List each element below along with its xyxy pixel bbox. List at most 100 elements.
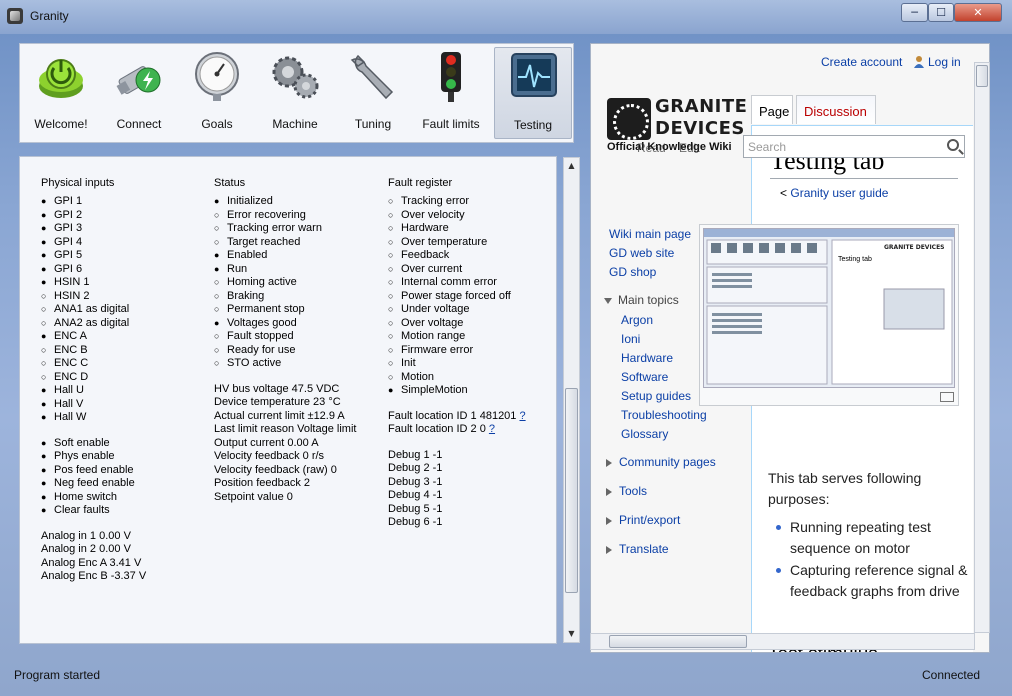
indicator-label: Motion range: [401, 330, 466, 342]
indicator-off-icon: ○: [214, 277, 220, 287]
indicator-on-icon: ●: [41, 263, 47, 274]
search-input[interactable]: Search: [743, 135, 965, 158]
portal-community[interactable]: Community pages: [606, 455, 716, 469]
sidebar-link-gd-web[interactable]: GD web site: [609, 246, 674, 260]
status-panel-scrollbar[interactable]: ▲ ▼: [563, 157, 580, 643]
portal-tools[interactable]: Tools: [606, 484, 647, 498]
log-in-link[interactable]: Log in: [928, 55, 961, 69]
close-button[interactable]: ✕: [954, 3, 1002, 22]
indicator-row: ○ ENC C: [41, 357, 146, 371]
indicator-label: HSIN 2: [54, 289, 90, 302]
sidebar-item-software[interactable]: Software: [621, 370, 668, 384]
toolbar-label: Testing: [513, 118, 553, 132]
physical-inputs-column: Physical inputs ● GPI 1 ● GPI 2 ● GPI 3 ● GPI 4…: [41, 177, 146, 584]
status-value: Output current 0.00 A: [214, 436, 319, 449]
toolbar-testing[interactable]: Testing: [494, 47, 572, 139]
indicator-on-icon: ●: [41, 196, 47, 206]
toolbar-tuning[interactable]: Tuning: [334, 47, 412, 139]
logo-tagline: Official Knowledge Wiki: [607, 141, 732, 153]
toolbar-label: Welcome!: [34, 117, 88, 131]
indicator-label: Hall U: [54, 384, 84, 396]
sidebar-link-wiki-main[interactable]: Wiki main page: [609, 227, 691, 241]
indicator-row: ○ STO active: [214, 357, 356, 371]
tab-page[interactable]: Page: [751, 95, 793, 124]
breadcrumb-prefix: <: [780, 186, 788, 200]
indicator-row: ○ Power stage forced off: [388, 290, 526, 304]
sidebar-item-setup-guides[interactable]: Setup guides: [621, 389, 691, 403]
scroll-up-arrow[interactable]: ▲: [564, 158, 579, 174]
indicator-label: Init: [401, 357, 416, 369]
indicator-on-icon: ●: [214, 250, 220, 260]
sidebar-item-ioni[interactable]: Ioni: [621, 332, 640, 346]
usb-plug-icon: [116, 66, 161, 95]
indicator-label: SimpleMotion: [401, 384, 468, 396]
indicator-off-icon: ○: [41, 290, 47, 301]
window-title: Granity: [30, 9, 69, 23]
indicator-row: ● SimpleMotion: [388, 384, 526, 398]
indicator-label: Enabled: [227, 249, 268, 261]
tab-discussion[interactable]: Discussion: [796, 95, 876, 124]
indicator-off-icon: ○: [214, 304, 220, 314]
indicator-on-icon: ●: [41, 277, 47, 287]
portal-translate[interactable]: Translate: [606, 542, 669, 556]
toolbar-goals[interactable]: Goals: [178, 47, 256, 139]
indicator-label: Under voltage: [401, 303, 470, 315]
status-value: Velocity feedback 0 r/s: [214, 450, 325, 462]
create-account-link[interactable]: Create account: [821, 55, 902, 69]
scroll-thumb[interactable]: [565, 388, 578, 593]
sidebar-item-glossary[interactable]: Glossary: [621, 427, 668, 441]
indicator-label: ENC B: [54, 343, 88, 356]
indicator-on-icon: ●: [41, 223, 47, 233]
indicator-row: ○ Tracking error: [388, 195, 526, 209]
toolbar-machine[interactable]: Machine: [256, 47, 334, 139]
indicator-row: ○ Error recovering: [214, 209, 356, 223]
maximize-button[interactable]: ☐: [928, 3, 954, 22]
screenshot-thumbnail[interactable]: Testing tab GRANITE DEVICES: [699, 224, 959, 406]
granite-devices-logo[interactable]: GRANITE DEVICES Official Knowledge Wiki: [607, 94, 747, 154]
portal-print-export[interactable]: Print/export: [606, 513, 680, 527]
scroll-down-arrow[interactable]: ▼: [564, 626, 579, 642]
indicator-row: ○ ANA1 as digital: [41, 303, 146, 317]
wiki-content: Testing tab < Granity user guide Testing…: [699, 125, 974, 652]
fault-location-1-help-link[interactable]: ?: [519, 410, 525, 422]
view-read-tab[interactable]: Read: [637, 141, 666, 155]
indicator-row: ○ Internal comm error: [388, 276, 526, 290]
wiki-horizontal-scrollbar[interactable]: [590, 633, 975, 650]
indicator-label: HSIN 1: [54, 276, 90, 288]
sidebar-link-gd-shop[interactable]: GD shop: [609, 265, 656, 279]
sidebar-item-troubleshooting[interactable]: Troubleshooting: [621, 408, 707, 422]
sidebar-item-argon[interactable]: Argon: [621, 313, 653, 327]
minimize-button[interactable]: ─: [901, 3, 928, 22]
indicator-on-icon: ●: [41, 491, 47, 502]
scroll-thumb[interactable]: [976, 65, 988, 87]
search-icon[interactable]: [947, 139, 959, 151]
toolbar-fault-limits[interactable]: Fault limits: [412, 47, 490, 139]
enlarge-icon[interactable]: [940, 392, 954, 402]
indicator-row: ● Initialized: [214, 195, 356, 209]
purpose-list: Running repeating test sequence on motor…: [774, 517, 974, 603]
breadcrumb-link[interactable]: Granity user guide: [790, 186, 888, 200]
indicator-off-icon: ○: [41, 358, 47, 368]
debug-value: Debug 1 -1: [388, 448, 443, 461]
scroll-thumb[interactable]: [609, 635, 747, 648]
toolbar-welcome[interactable]: Welcome!: [22, 47, 100, 139]
indicator-label: Home switch: [54, 490, 117, 503]
toolbar-connect[interactable]: Connect: [100, 47, 178, 139]
indicator-row: ● Home switch: [41, 491, 146, 505]
indicator-label: ENC D: [54, 370, 89, 383]
indicator-off-icon: ○: [388, 371, 394, 382]
sidebar-item-hardware[interactable]: Hardware: [621, 351, 673, 365]
portal-main-topics[interactable]: Main topics: [604, 293, 679, 307]
wiki-vertical-scrollbar[interactable]: [974, 62, 990, 633]
pressure-gauge-icon: [195, 52, 239, 101]
indicator-label: Run: [227, 262, 248, 275]
fault-location-2-help-link[interactable]: ?: [489, 423, 495, 435]
indicator-row: ○ Firmware error: [388, 344, 526, 358]
view-edit-tab[interactable]: Edit: [679, 141, 700, 155]
expanded-icon: [604, 297, 612, 304]
indicator-off-icon: ○: [388, 250, 394, 260]
fault-register-title: Fault register: [388, 177, 453, 189]
indicator-label: GPI 3: [54, 222, 83, 234]
indicator-row: ● Hall V: [41, 398, 146, 412]
indicator-row: ● Phys enable: [41, 450, 146, 464]
